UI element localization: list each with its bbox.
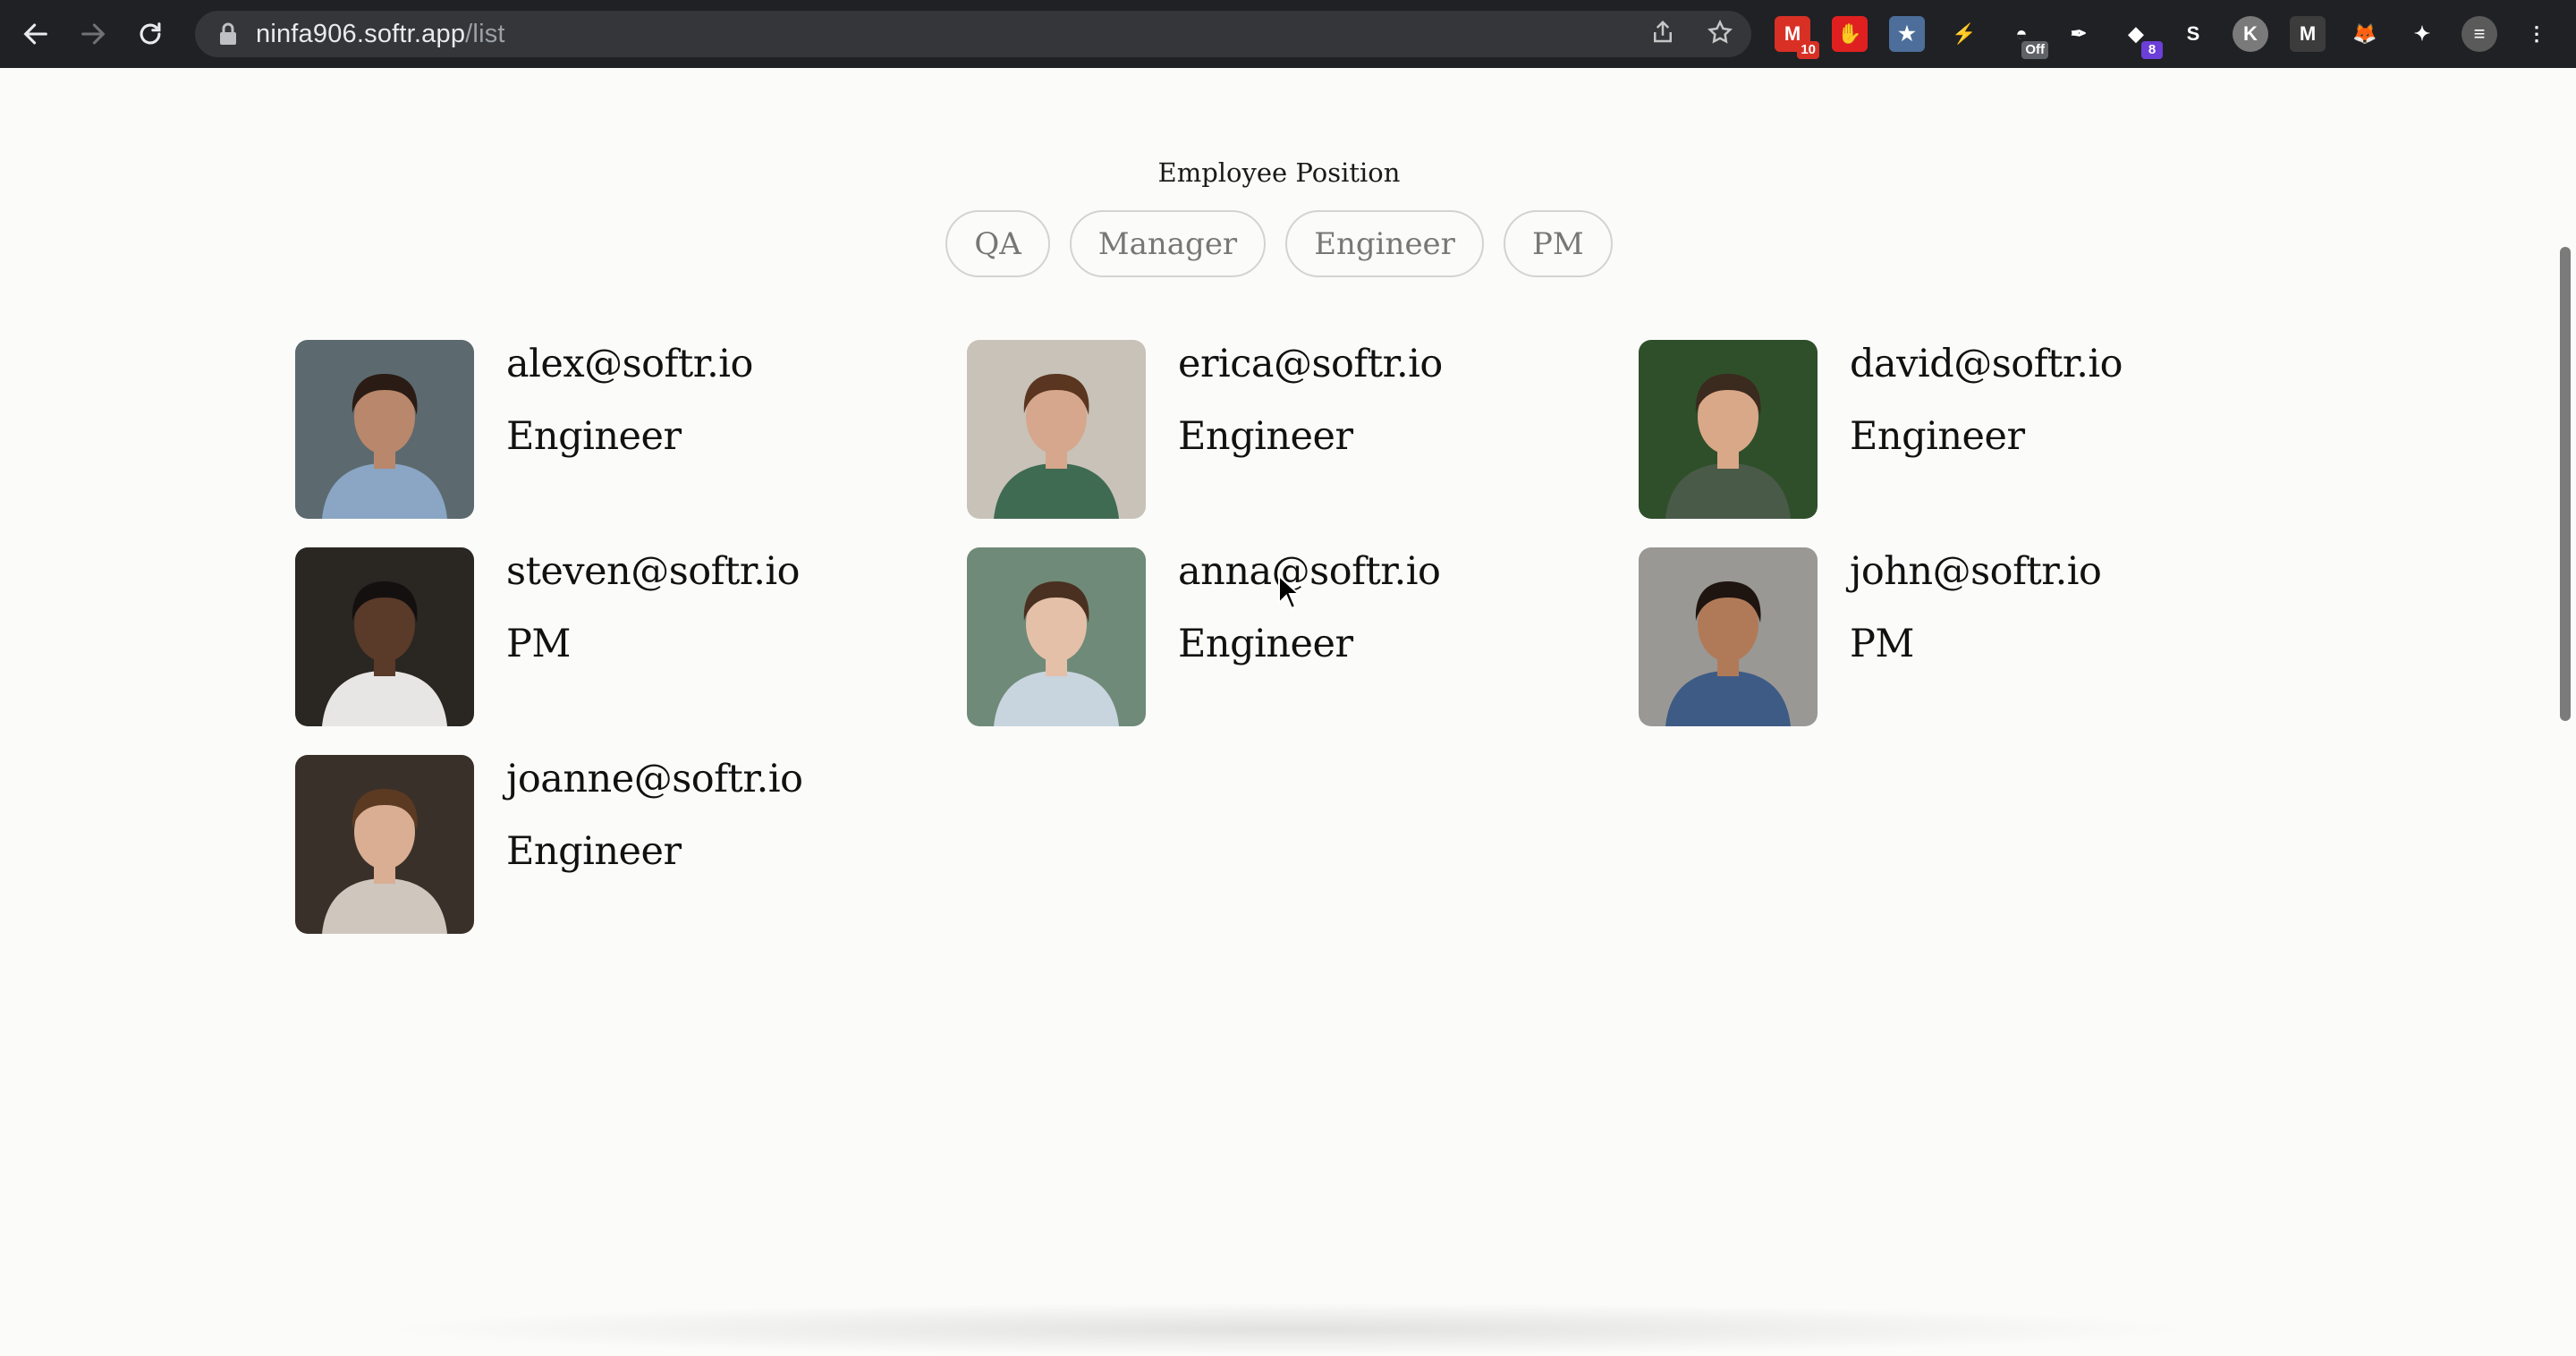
gmail-ext[interactable]: M 10 bbox=[1775, 16, 1819, 59]
filter-chip-pm[interactable]: PM bbox=[1503, 210, 1613, 277]
employee-photo bbox=[1639, 340, 1818, 519]
employee-card[interactable]: joanne@softr.io Engineer bbox=[295, 755, 967, 962]
adblock-ext[interactable]: ✋ bbox=[1832, 16, 1868, 52]
employee-card[interactable]: steven@softr.io PM bbox=[295, 547, 967, 755]
employee-email: alex@softr.io bbox=[506, 342, 753, 386]
address-bar[interactable]: ninfa906.softr.app/list bbox=[195, 11, 1751, 57]
employee-card[interactable]: john@softr.io PM bbox=[1639, 547, 2310, 755]
page-content: Employee Position QA Manager Engineer PM al… bbox=[0, 68, 2576, 1356]
employee-email: erica@softr.io bbox=[1178, 342, 1443, 386]
employee-card[interactable]: anna@softr.io Engineer bbox=[967, 547, 1639, 755]
employee-position: Engineer bbox=[1178, 414, 1353, 459]
puzzle-icon-glyph: ✦ bbox=[2413, 22, 2431, 45]
browser-toolbar: ninfa906.softr.app/list M 10 ✋ ★ ⚡ ◓ Off ✒ ◆ 8 S K M… bbox=[0, 0, 2576, 68]
url-host: ninfa906.softr.app bbox=[256, 19, 466, 48]
employee-email: john@softr.io bbox=[1850, 549, 2102, 594]
filter-title: Employee Position bbox=[1157, 157, 1401, 188]
filter-chip-manager[interactable]: Manager bbox=[1069, 210, 1267, 277]
employee-card[interactable]: alex@softr.io Engineer bbox=[295, 340, 967, 547]
employee-email: joanne@softr.io bbox=[506, 757, 803, 801]
employee-info: alex@softr.io Engineer bbox=[506, 340, 753, 456]
share-icon[interactable] bbox=[1649, 19, 1676, 49]
hat-ext-badge: Off bbox=[2021, 41, 2048, 59]
filter-chip-engineer[interactable]: Engineer bbox=[1285, 210, 1484, 277]
extensions-bar: M 10 ✋ ★ ⚡ ◓ Off ✒ ◆ 8 S K M 🦊 ✦ ≡ ⋮ bbox=[1775, 11, 2555, 59]
employee-photo bbox=[1639, 547, 1818, 726]
m-ext[interactable]: M bbox=[2290, 16, 2326, 52]
position-filter-chips: QA Manager Engineer PM bbox=[0, 210, 2558, 277]
footer-shadow bbox=[376, 1302, 2200, 1356]
reload-button[interactable] bbox=[129, 13, 172, 55]
employee-photo bbox=[967, 340, 1146, 519]
feather-ext[interactable]: ✒ bbox=[2061, 16, 2097, 52]
employee-position: PM bbox=[1850, 622, 1914, 666]
menu-icon[interactable]: ⋮ bbox=[2519, 16, 2555, 52]
employee-info: steven@softr.io PM bbox=[506, 547, 801, 666]
lock-icon bbox=[218, 22, 238, 46]
url-path: /list bbox=[465, 19, 505, 48]
mouse-cursor-icon bbox=[1278, 574, 1301, 610]
feather-ext-glyph: ✒ bbox=[2070, 22, 2088, 45]
scrollbar-thumb[interactable] bbox=[2560, 247, 2571, 721]
employee-info: erica@softr.io Engineer bbox=[1178, 340, 1443, 456]
profile-avatar[interactable]: ≡ bbox=[2462, 16, 2497, 52]
m-ext-glyph: M bbox=[2299, 22, 2317, 45]
seo-ext-glyph: S bbox=[2186, 22, 2200, 45]
employee-info: anna@softr.io Engineer bbox=[1178, 547, 1441, 666]
employee-photo bbox=[295, 547, 474, 726]
forward-button[interactable] bbox=[72, 13, 114, 55]
k-ext[interactable]: K bbox=[2233, 16, 2268, 52]
bolt-ext-glyph: ⚡ bbox=[1952, 22, 1977, 45]
employee-info: david@softr.io Engineer bbox=[1850, 340, 2123, 456]
star-ext[interactable]: ★ bbox=[1889, 16, 1925, 52]
bolt-ext[interactable]: ⚡ bbox=[1946, 16, 1982, 52]
employee-position: Engineer bbox=[1850, 414, 2025, 459]
star-ext-glyph: ★ bbox=[1898, 22, 1916, 45]
cube-ext[interactable]: ◆ 8 bbox=[2118, 16, 2163, 59]
employee-info: joanne@softr.io Engineer bbox=[506, 755, 803, 874]
employee-position: PM bbox=[506, 622, 571, 666]
puzzle-icon[interactable]: ✦ bbox=[2404, 16, 2440, 52]
gmail-ext-badge: 10 bbox=[1797, 41, 1819, 59]
bookmark-star-icon[interactable] bbox=[1707, 19, 1733, 49]
employee-email: david@softr.io bbox=[1850, 342, 2123, 386]
employee-photo bbox=[295, 755, 474, 934]
employee-position: Engineer bbox=[506, 414, 682, 459]
cube-ext-badge: 8 bbox=[2141, 41, 2163, 59]
back-button[interactable] bbox=[14, 13, 57, 55]
employee-list: alex@softr.io Engineer erica@softr.io Engin… bbox=[295, 340, 2310, 962]
employee-email: steven@softr.io bbox=[506, 549, 801, 594]
employee-info: john@softr.io PM bbox=[1850, 547, 2102, 666]
employee-photo bbox=[295, 340, 474, 519]
menu-icon-glyph: ⋮ bbox=[2527, 22, 2546, 45]
fox-ext[interactable]: 🦊 bbox=[2347, 16, 2383, 52]
employee-photo bbox=[967, 547, 1146, 726]
employee-position: Engineer bbox=[506, 829, 682, 874]
seo-ext[interactable]: S bbox=[2175, 16, 2211, 52]
arrow-right-icon bbox=[81, 23, 106, 45]
employee-card[interactable]: erica@softr.io Engineer bbox=[967, 340, 1639, 547]
profile-avatar-glyph: ≡ bbox=[2473, 22, 2486, 45]
employee-card[interactable]: david@softr.io Engineer bbox=[1639, 340, 2310, 547]
arrow-left-icon bbox=[23, 23, 47, 45]
url-text: ninfa906.softr.app/list bbox=[256, 20, 505, 49]
adblock-ext-glyph: ✋ bbox=[1837, 22, 1862, 45]
fox-ext-glyph: 🦊 bbox=[2352, 22, 2377, 45]
hat-ext[interactable]: ◓ Off bbox=[2004, 16, 2048, 59]
k-ext-glyph: K bbox=[2243, 22, 2258, 45]
employee-email: anna@softr.io bbox=[1178, 549, 1441, 594]
reload-icon bbox=[140, 22, 161, 45]
employee-position: Engineer bbox=[1178, 622, 1353, 666]
filter-chip-qa[interactable]: QA bbox=[945, 210, 1050, 277]
